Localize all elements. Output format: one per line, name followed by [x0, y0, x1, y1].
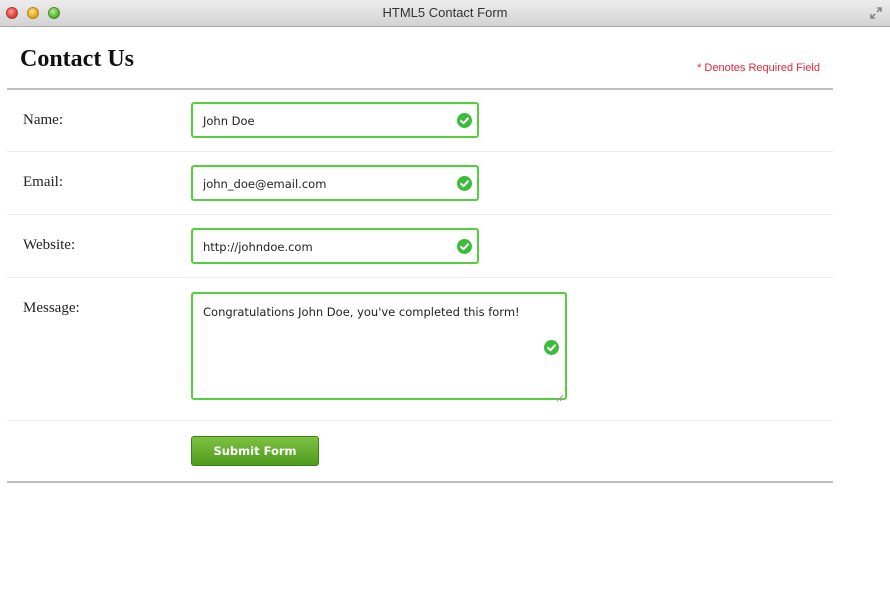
row-divider — [7, 151, 833, 152]
name-input[interactable]: John Doe — [191, 102, 479, 138]
message-textarea-value: Congratulations John Doe, you've complet… — [203, 305, 520, 319]
form-top-rule — [7, 88, 833, 90]
name-label: Name: — [23, 112, 63, 128]
check-circle-icon — [457, 239, 472, 254]
website-input-value: http://johndoe.com — [203, 240, 313, 254]
message-label: Message: — [23, 300, 80, 316]
row-divider — [7, 214, 833, 215]
check-circle-icon — [457, 176, 472, 191]
window-title: HTML5 Contact Form — [382, 5, 508, 20]
email-input-value: john_doe@email.com — [203, 177, 327, 191]
message-textarea[interactable]: Congratulations John Doe, you've complet… — [191, 292, 567, 402]
fullscreen-icon[interactable] — [870, 6, 882, 19]
name-input-value: John Doe — [203, 114, 255, 128]
window-titlebar: HTML5 Contact Form — [0, 0, 890, 27]
website-input[interactable]: http://johndoe.com — [191, 228, 479, 264]
row-divider — [7, 420, 833, 421]
required-field-note: * Denotes Required Field — [697, 62, 820, 74]
email-input[interactable]: john_doe@email.com — [191, 165, 479, 201]
page-title: Contact Us — [20, 46, 134, 72]
resize-grip-icon[interactable] — [556, 389, 564, 402]
row-divider — [7, 277, 833, 278]
email-label: Email: — [23, 174, 63, 190]
check-circle-icon — [544, 340, 559, 355]
form-bottom-rule — [7, 481, 833, 483]
check-circle-icon — [457, 113, 472, 128]
website-label: Website: — [23, 237, 76, 253]
submit-button[interactable]: Submit Form — [191, 436, 319, 466]
